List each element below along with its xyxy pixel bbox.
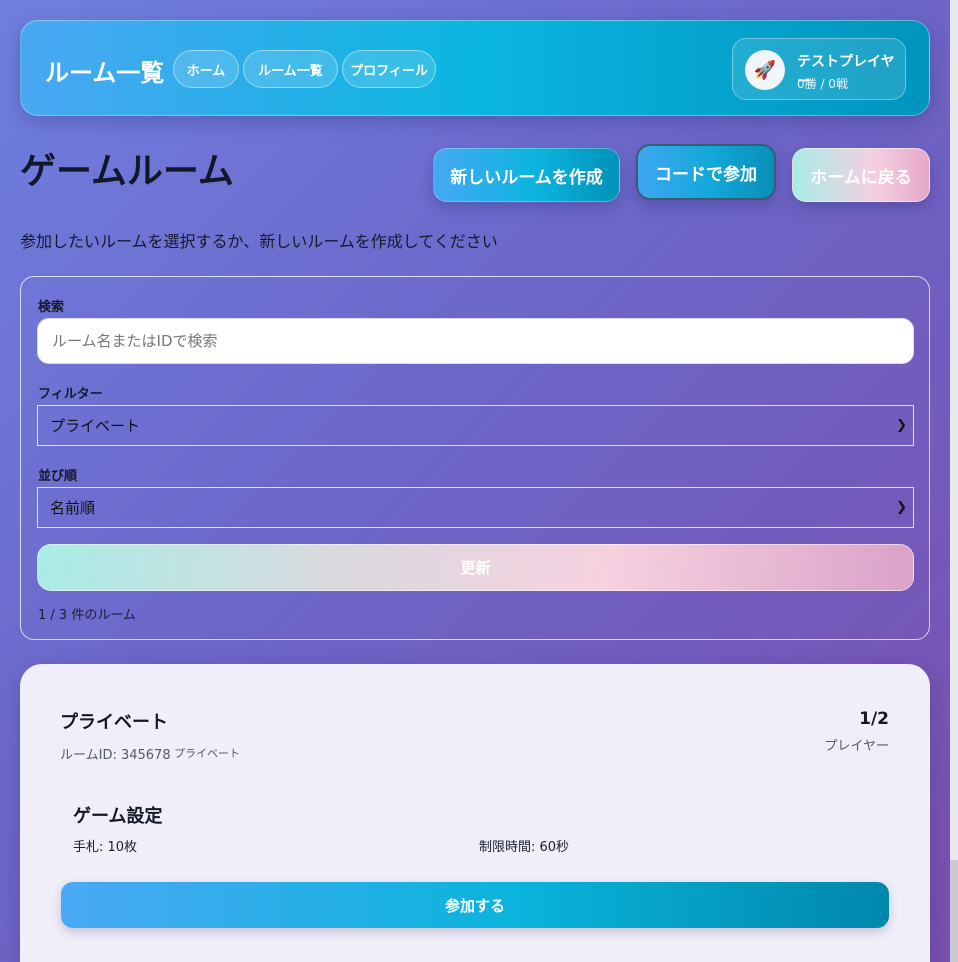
back-home-button[interactable]: ホームに戻る: [792, 148, 930, 202]
page-scrollbar[interactable]: [950, 0, 958, 962]
user-info[interactable]: 🚀 テストプレイヤー 0勝 / 0戦: [732, 38, 906, 100]
search-label: 検索: [38, 300, 65, 315]
player-label: プレイヤー: [824, 739, 889, 754]
chevron-down-icon: ❯: [896, 418, 907, 433]
sort-label: 並び順: [38, 469, 78, 484]
chevron-down-icon: ❯: [896, 500, 907, 515]
sort-select[interactable]: 名前順 ❯: [37, 487, 914, 528]
page-subtitle: 参加したいルームを選択するか、新しいルームを作成してください: [20, 232, 498, 251]
refresh-button[interactable]: 更新: [37, 544, 914, 591]
header-title: ルーム一覧: [45, 59, 165, 87]
user-record: 0勝 / 0戦: [797, 77, 848, 91]
game-settings-title: ゲーム設定: [73, 806, 163, 827]
rocket-icon: 🚀: [745, 50, 785, 90]
scrollbar-thumb[interactable]: [950, 0, 958, 860]
setting-hand: 手札: 10枚: [73, 840, 138, 855]
sort-select-value: 名前順: [50, 499, 96, 517]
join-room-button[interactable]: 参加する: [61, 882, 889, 928]
create-room-button[interactable]: 新しいルームを作成: [433, 148, 620, 202]
player-count: 1/2: [859, 709, 889, 729]
search-input[interactable]: [37, 318, 914, 364]
join-by-code-button[interactable]: コードで参加: [636, 144, 776, 200]
filter-select-value: プライベート: [50, 417, 141, 435]
app-header: ルーム一覧 ホーム ルーム一覧 プロフィール 🚀 テストプレイヤー 0勝 / 0…: [20, 20, 930, 116]
room-count: 1 / 3 件のルーム: [38, 608, 136, 623]
nav-profile[interactable]: プロフィール: [342, 50, 436, 88]
room-name: プライベート: [60, 712, 168, 733]
setting-time-limit: 制限時間: 60秒: [479, 840, 570, 855]
nav-home[interactable]: ホーム: [173, 50, 239, 88]
filter-select[interactable]: プライベート ❯: [37, 405, 914, 446]
filter-label: フィルター: [38, 387, 103, 402]
page-title: ゲームルーム: [20, 151, 234, 192]
room-id: ルームID: 345678: [60, 748, 171, 763]
search-panel: 検索 フィルター プライベート ❯ 並び順 名前順 ❯ 更新 1 / 3 件のル…: [20, 276, 930, 640]
nav-room-list[interactable]: ルーム一覧: [243, 50, 338, 88]
room-type-badge: プライベート: [174, 747, 240, 760]
room-card: プライベート ルームID: 345678 プライベート 1/2 プレイヤー ゲー…: [20, 664, 930, 962]
